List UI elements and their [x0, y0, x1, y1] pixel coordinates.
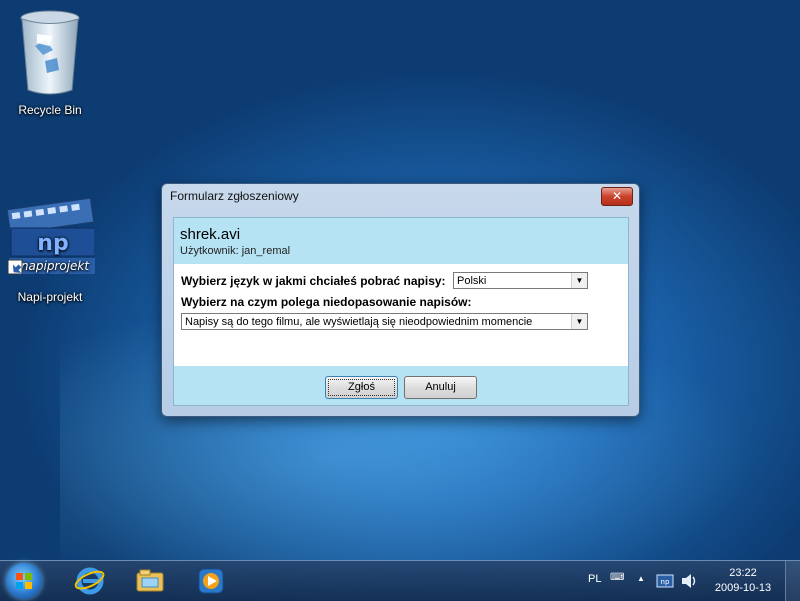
internet-explorer-icon[interactable]: [74, 565, 106, 597]
clock[interactable]: 23:22 2009-10-13: [703, 566, 783, 596]
svg-text:napiprojekt: napiprojekt: [21, 259, 90, 273]
windows-logo-icon: [16, 573, 32, 589]
napiprojekt-icon: np napiprojekt: [6, 197, 96, 275]
form-body: Wybierz język w jakmi chciałeś pobrać na…: [174, 264, 628, 366]
start-button[interactable]: [6, 563, 42, 599]
desktop-icon-label: Napi-projekt: [17, 290, 83, 304]
cancel-button[interactable]: Anuluj: [404, 376, 477, 399]
mismatch-prompt-label: Wybierz na czym polega niedopasowanie na…: [181, 295, 472, 309]
close-icon: ✕: [611, 189, 623, 203]
svg-text:np: np: [37, 231, 68, 256]
taskbar: PL ⌨ ▲ np 23:22 2009-10-13: [0, 560, 800, 601]
close-button[interactable]: ✕: [601, 187, 633, 206]
mismatch-select-value: Napisy są do tego filmu, ale wyświetlają…: [185, 316, 533, 328]
show-desktop-button[interactable]: [785, 561, 800, 601]
chevron-down-icon[interactable]: ▼: [571, 273, 587, 288]
dialog-content: shrek.avi Użytkownik: jan_remal Wybierz …: [173, 217, 629, 406]
language-select[interactable]: Polski ▼: [453, 272, 588, 289]
clock-time: 23:22: [729, 567, 757, 579]
language-select-value: Polski: [457, 275, 487, 287]
report-form-dialog: Formularz zgłoszeniowy ✕ shrek.avi Użytk…: [161, 183, 640, 417]
napiprojekt-tray-icon[interactable]: np: [656, 572, 674, 590]
desktop-icon-napi-projekt[interactable]: np napiprojekt Napi-projekt: [5, 190, 96, 304]
file-name: shrek.avi: [180, 226, 241, 243]
volume-icon[interactable]: [680, 573, 698, 589]
svg-text:np: np: [661, 578, 670, 586]
dialog-title: Formularz zgłoszeniowy: [170, 189, 299, 203]
chevron-down-icon[interactable]: ▼: [571, 314, 587, 329]
show-hidden-icons-icon[interactable]: ▲: [637, 574, 645, 583]
clock-date: 2009-10-13: [714, 582, 772, 594]
dialog-titlebar[interactable]: Formularz zgłoszeniowy: [162, 184, 639, 208]
user-name: Użytkownik: jan_remal: [180, 245, 291, 257]
media-player-icon[interactable]: [195, 565, 227, 597]
language-prompt-label: Wybierz język w jakmi chciałeś pobrać na…: [181, 274, 446, 288]
recycle-bin-icon: [20, 10, 80, 95]
submit-button[interactable]: Zgłoś: [325, 376, 398, 399]
desktop-icon-recycle-bin[interactable]: Recycle Bin: [5, 6, 95, 117]
mismatch-select[interactable]: Napisy są do tego filmu, ale wyświetlają…: [181, 313, 588, 330]
keyboard-icon[interactable]: ⌨: [610, 572, 624, 583]
language-indicator[interactable]: PL: [588, 573, 601, 585]
windows-explorer-icon[interactable]: [134, 565, 166, 597]
desktop-icon-label: Recycle Bin: [18, 103, 82, 117]
